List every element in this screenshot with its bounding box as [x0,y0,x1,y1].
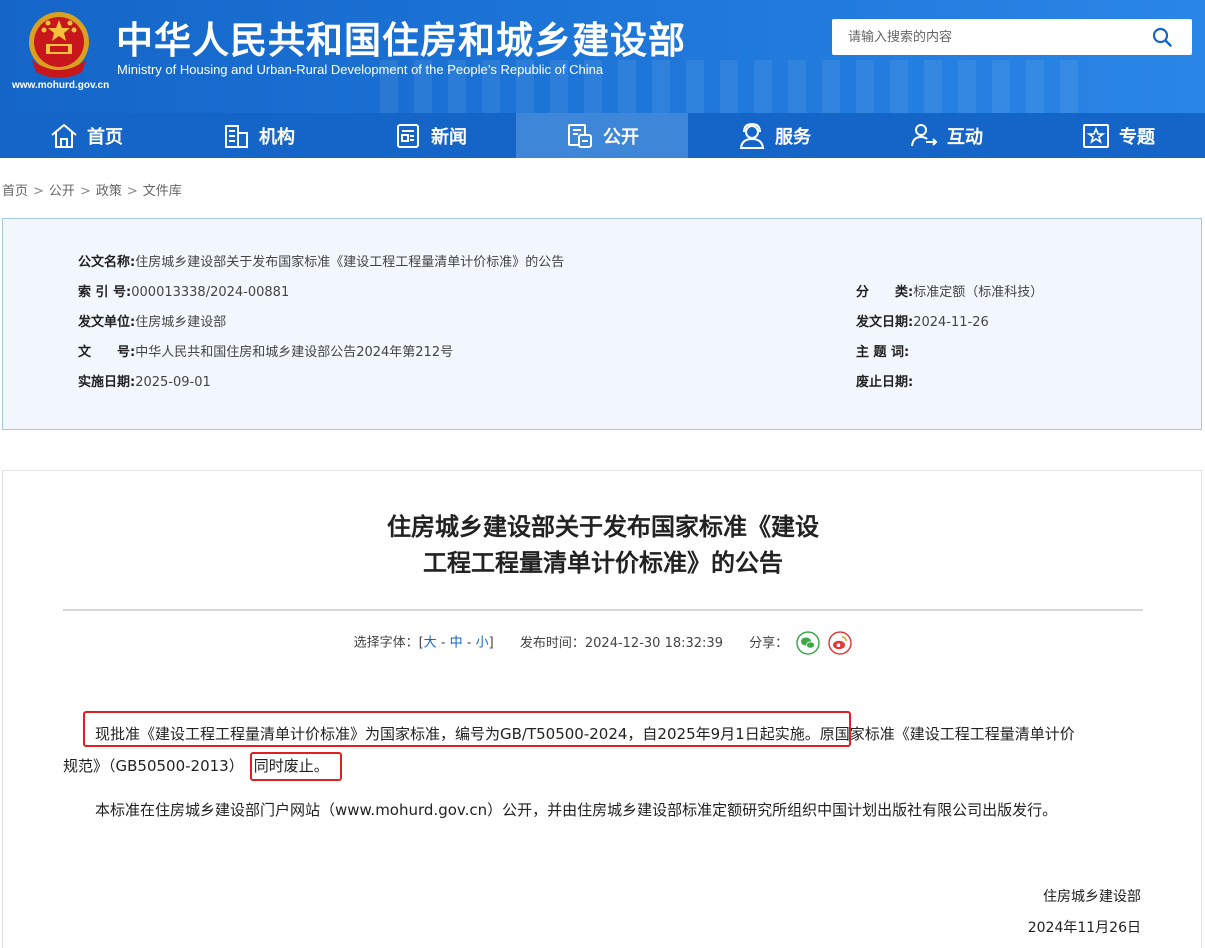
info-abolish-date: 废止日期: [856,371,913,390]
interact-icon [911,123,938,146]
info-value: 标准定额（标准科技） [913,285,1044,300]
publish-time-label: 发布时间： [519,635,585,651]
article-title: 住房城乡建设部关于发布国家标准《建设 工程工程量清单计价标准》的公告 [3,509,1203,581]
nav-label: 公开 [603,126,639,148]
national-emblem-icon[interactable] [22,8,96,80]
info-value: 住房城乡建设部 [135,315,227,330]
info-label: 索 引 号: [78,285,132,300]
info-value: 000013338/2024-00881 [131,285,290,300]
breadcrumb-separator: > [126,184,138,199]
site-header: www.mohurd.gov.cn 中华人民共和国住房和城乡建设部 Minist… [0,0,1205,113]
site-title-en: Ministry of Housing and Urban-Rural Deve… [117,62,604,77]
breadcrumb-separator: > [79,184,91,199]
info-value: 住房城乡建设部关于发布国家标准《建设工程工程量清单计价标准》的公告 [135,255,565,270]
info-doc-name: 公文名称:住房城乡建设部关于发布国家标准《建设工程工程量清单计价标准》的公告 [78,251,564,270]
nav-item-interact[interactable]: 互动 [860,113,1032,158]
breadcrumb-open[interactable]: 公开 [49,184,75,199]
publish-time-value: 2024-12-30 18:32:39 [584,635,723,651]
news-icon [397,123,419,148]
info-value: 2025-09-01 [135,375,211,390]
info-label: 废止日期: [856,375,914,390]
nav-item-service[interactable]: 服务 [688,113,860,158]
article-title-line: 工程工程量清单计价标准》的公告 [423,549,783,577]
font-large-link[interactable]: 大 [424,636,437,651]
nav-label: 新闻 [431,126,467,148]
info-label: 公文名称: [78,255,136,270]
info-doc-no: 文 号:中华人民共和国住房和城乡建设部公告2024年第212号 [78,341,453,360]
article-panel: 住房城乡建设部关于发布国家标准《建设 工程工程量清单计价标准》的公告 选择字体：… [2,470,1202,948]
info-label: 发文日期: [856,315,914,330]
info-index: 索 引 号:000013338/2024-00881 [78,281,289,300]
info-label: 分 类: [856,285,914,300]
nav-label: 互动 [947,126,983,148]
breadcrumb-separator: > [33,184,44,199]
service-icon [739,122,765,149]
breadcrumb: 首页 > 公开 > 政策 > 文件库 [2,180,182,199]
font-size-label: 选择字体：[ [353,635,424,651]
breadcrumb-policy[interactable]: 政策 [96,184,122,199]
info-subject: 主 题 词: [856,341,909,360]
article-title-line: 住房城乡建设部关于发布国家标准《建设 [387,513,819,541]
old-standard-code: 规范》（GB50500-2013） [63,757,244,775]
share-label: 分享： [749,635,789,651]
info-issue-date: 发文日期:2024-11-26 [856,311,989,330]
nav-item-topic[interactable]: 专题 [1032,113,1204,158]
nav-label: 首页 [87,126,123,148]
info-label: 主 题 词: [856,345,910,360]
search-input[interactable] [832,19,1132,55]
site-url[interactable]: www.mohurd.gov.cn [12,80,109,91]
document-info-box: 公文名称:住房城乡建设部关于发布国家标准《建设工程工程量清单计价标准》的公告 索… [2,218,1202,430]
breadcrumb-home[interactable]: 首页 [2,184,28,199]
info-value: 中华人民共和国住房和城乡建设部公告2024年第212号 [135,345,454,360]
font-size-selector: 选择字体：[大 - 中 - 小] [353,635,494,651]
info-effective-date: 实施日期:2025-09-01 [78,371,211,390]
font-small-link[interactable]: 小 [476,636,489,651]
info-label: 发文单位: [78,315,136,330]
highlight-box-abolish [250,752,342,781]
paragraph-2: 本标准在住房城乡建设部门户网站（www.mohurd.gov.cn）公开，并由住… [95,801,1058,819]
info-value: 2024-11-26 [913,315,989,330]
main-nav: 首页 机构 新闻 公开 服务 互动 专题 [0,113,1205,158]
building-icon [225,124,248,148]
site-title-cn[interactable]: 中华人民共和国住房和城乡建设部 [116,10,686,64]
wechat-share-icon[interactable] [796,631,821,655]
nav-label: 机构 [259,126,295,148]
nav-item-home[interactable]: 首页 [0,113,172,158]
nav-item-open[interactable]: 公开 [516,113,688,158]
nav-item-news[interactable]: 新闻 [344,113,516,158]
search-box [832,19,1192,55]
topic-star-icon [1083,123,1109,148]
breadcrumb-library[interactable]: 文件库 [143,184,182,199]
font-medium-link[interactable]: 中 [450,636,463,651]
nav-item-org[interactable]: 机构 [172,113,344,158]
font-size-bracket: ] [488,635,494,651]
nav-label: 专题 [1119,126,1155,148]
info-issuer: 发文单位:住房城乡建设部 [78,311,226,330]
search-icon[interactable] [1152,27,1172,47]
publish-time: 发布时间：2024-12-30 18:32:39 [520,636,723,651]
nav-label: 服务 [775,126,811,148]
home-icon [51,123,77,148]
info-label: 文 号: [78,345,136,360]
open-doc-icon [568,123,592,148]
weibo-share-icon[interactable] [828,631,853,655]
info-label: 实施日期: [78,375,136,390]
old-standard-text: 原国家标准《建设工程工程量清单计价 [819,725,1075,743]
signature-date: 2024年11月26日 [1027,920,1141,936]
signature-org: 住房城乡建设部 [1043,889,1141,905]
article-meta: 选择字体：[大 - 中 - 小] 发布时间：2024-12-30 18:32:3… [3,631,1203,655]
highlight-box-approval [83,711,851,747]
title-divider [63,609,1143,611]
info-category: 分 类:标准定额（标准科技） [856,281,1043,300]
